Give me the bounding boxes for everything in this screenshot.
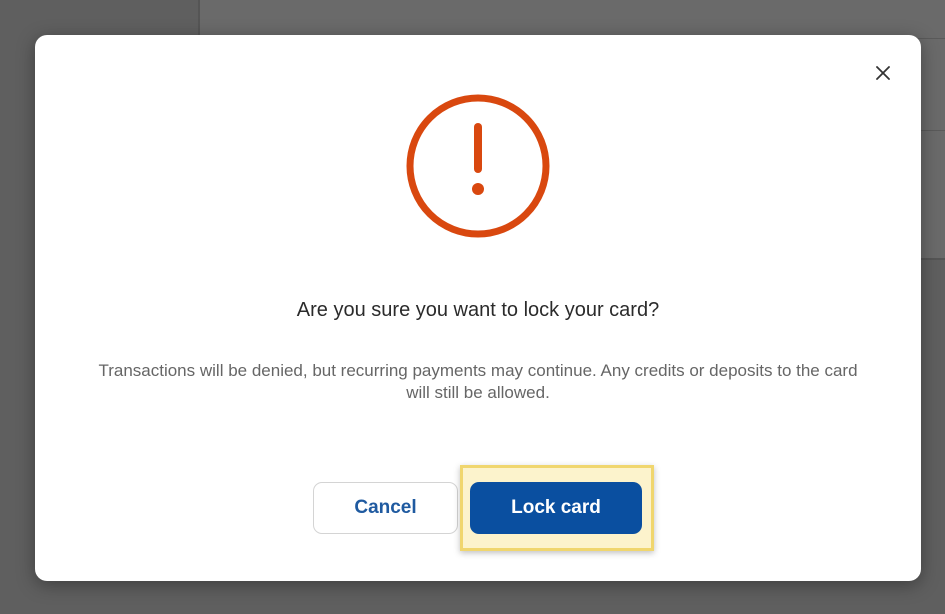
dialog-description: Transactions will be denied, but recurri… xyxy=(98,361,858,402)
close-icon[interactable] xyxy=(871,61,895,85)
background-divider xyxy=(198,0,200,40)
dialog-title: Are you sure you want to lock your card? xyxy=(296,299,660,321)
lock-card-button[interactable]: Lock card xyxy=(470,482,642,534)
alert-exclamation-icon xyxy=(405,93,551,239)
lock-card-dialog: Are you sure you want to lock your card?… xyxy=(35,35,921,581)
cancel-button[interactable]: Cancel xyxy=(313,482,458,534)
